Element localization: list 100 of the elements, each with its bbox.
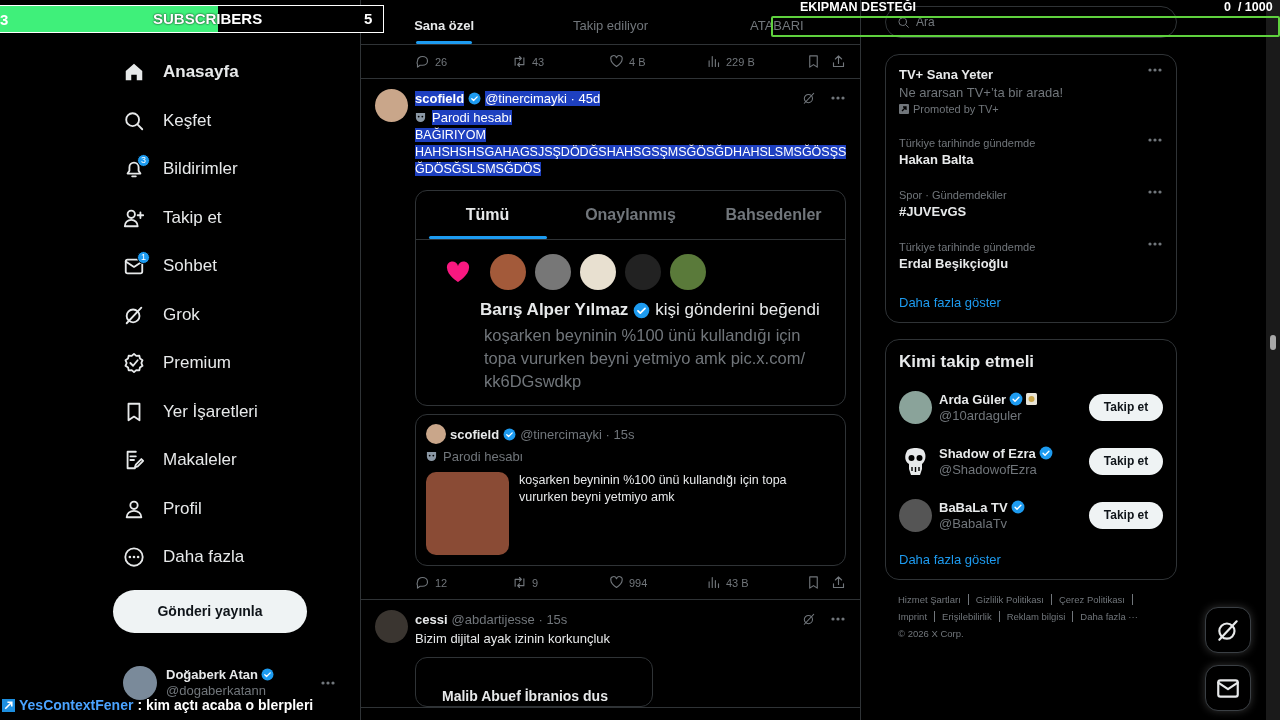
notification-badge: 1 [137,251,150,264]
trend-context: Türkiye tarihinde gündemde [899,137,1036,149]
nav-item[interactable]: Grok [113,290,200,339]
author-name[interactable]: cessi [415,611,448,627]
footer-link[interactable]: Daha fazla ··· [1080,611,1145,622]
repost-icon [512,54,527,69]
feed-tab[interactable]: Takip ediliyor [572,17,649,33]
footer-link[interactable]: Imprint [898,611,936,622]
bar-chart-icon [706,54,721,69]
like-button[interactable]: 994 [609,575,706,590]
screenshot-tab[interactable]: Tümü [416,191,559,239]
account-label: Parodi hesabı [432,109,513,125]
account-label: Parodi hesabı [443,448,524,464]
nav-item[interactable]: Takip et [113,193,222,242]
account-name[interactable]: Arda Güler [939,391,1007,407]
more-icon[interactable] [1147,241,1163,247]
grok-button[interactable] [1205,607,1251,653]
liker-name: Barış Alper Yılmaz [480,300,629,320]
account-name[interactable]: Shadow of Ezra [939,445,1036,461]
footer-link[interactable]: Gizlilik Politikası [975,594,1052,605]
follow-button[interactable]: Takip et [1089,447,1163,475]
repost-icon [512,575,527,590]
trend-context: Spor · Gündemdekiler [899,189,1007,201]
chat-message: : kim açtı acaba o blerpleri [137,697,314,713]
post-text: Bizim dijital ayak izinin korkunçluk [415,630,611,647]
trend-title[interactable]: Hakan Balta [899,152,1036,167]
nav-item[interactable]: 1 Sohbet [113,242,217,291]
reply-button[interactable]: 12 [415,575,512,590]
author-name[interactable]: scofield [450,426,500,442]
follow-button[interactable]: Takip et [1089,393,1163,421]
nav-item[interactable]: Profil [113,484,202,533]
slashed-circle-icon[interactable] [802,612,816,626]
footer-link[interactable]: Reklam bilgisi [1006,611,1074,622]
post-meta: @abdartijesse · 15s [451,611,568,627]
ad-icon [899,104,909,114]
slashed-circle-icon [1215,617,1241,643]
account-name[interactable]: BaBaLa TV [939,499,1008,515]
nav-item[interactable]: Keşfet [113,96,212,145]
avatar[interactable] [375,89,408,122]
follow-button[interactable]: Takip et [1089,501,1163,529]
trend-title[interactable]: Erdal Beşikçioğlu [899,256,1036,271]
show-more-link[interactable]: Daha fazla göster [899,295,1001,310]
copyright-text: © 2026 X Corp. [898,628,965,639]
nav-item[interactable]: Yer İşaretleri [113,387,258,436]
more-icon[interactable] [830,95,846,101]
quoted-post[interactable]: scofield @tinercimayki · 15s Parodi hesabı koşarken beyninin %100 ünü kullandığı için topa vururken beyni yetmiyo amk [415,414,846,566]
footer-link[interactable]: Hizmet Şartları [898,594,969,605]
media-card[interactable]: Malib Abuef İbranios dus [415,657,653,707]
bookmark-icon[interactable] [806,575,821,590]
avatar [670,254,706,290]
account-handle: @10ardaguler [939,407,1023,423]
nav-item[interactable]: Premium [113,339,231,388]
more-icon[interactable] [320,679,336,686]
views-button[interactable]: 229 B [706,54,803,69]
nav-item[interactable]: Anasayfa [113,48,239,97]
mask-icon [426,450,437,462]
views-button[interactable]: 43 B [706,575,803,590]
feed-tab[interactable]: Sana özel [414,17,475,33]
avatar [426,424,446,444]
post-meta: @tinercimayki · 45d [485,90,601,106]
author-name[interactable]: scofield [415,90,465,106]
nav-item[interactable]: Daha fazla [113,533,245,582]
card-title: Kimi takip etmeli [899,352,1036,372]
share-icon[interactable] [831,575,846,590]
subscriber-count: 3 [0,11,9,28]
more-icon[interactable] [1147,67,1163,73]
repost-button[interactable]: 9 [512,575,609,590]
more-icon[interactable] [1147,137,1163,143]
chat-username: YesContextFener [19,697,134,713]
footer-link[interactable]: Erişilebilirlik [942,611,1000,622]
speech-bubble-icon [415,575,430,590]
goal-target: 5 [364,10,373,27]
trend-title[interactable]: #JUVEvGS [899,204,1007,219]
scrollbar-thumb[interactable] [1270,335,1276,350]
reply-button[interactable]: 26 [415,54,512,69]
post-text: BAĞIRIYOM HAHSHSHSGAHAGSJSŞDÖDĞSHAHSGSŞMSĞÖSĞDHAHSLSMSĞÖSŞS ĞDÖSĞSLSMSĞDÖS [415,127,847,178]
chat-badge-icon [2,698,15,712]
account-name: Doğaberk Atan [166,667,258,682]
repost-button[interactable]: 43 [512,54,609,69]
nav-item[interactable]: Makaleler [113,436,237,485]
messages-button[interactable] [1205,665,1251,711]
share-icon[interactable] [831,54,846,69]
avatar [535,254,571,290]
screenshot-tab[interactable]: Onaylanmış [559,191,702,239]
trend-title[interactable]: TV+ Sana Yeter [899,67,1064,82]
like-button[interactable]: 4 B [609,54,706,69]
footer-link[interactable]: Çerez Politikası [1058,594,1133,605]
speech-bubble-icon [415,54,430,69]
more-icon[interactable] [1147,189,1163,195]
nav-item[interactable]: 3 Bildirimler [113,145,238,194]
heart-icon [446,261,470,283]
show-more-link[interactable]: Daha fazla göster [899,552,1001,567]
post-button[interactable]: Gönderi yayınla [113,589,307,633]
screenshot-tab[interactable]: Bahsedenler [702,191,845,239]
more-icon[interactable] [830,616,846,622]
goal-reading: 0 / 1000 [1224,0,1273,14]
avatar[interactable] [899,390,932,424]
slashed-circle-icon[interactable] [802,91,816,105]
bookmark-icon[interactable] [806,54,821,69]
liked-post-text: koşarken beyninin %100 ünü kullandığı için topa vururken beyni yetmiyo amk pic.x.com/ kk6DGswdkp [483,325,806,392]
